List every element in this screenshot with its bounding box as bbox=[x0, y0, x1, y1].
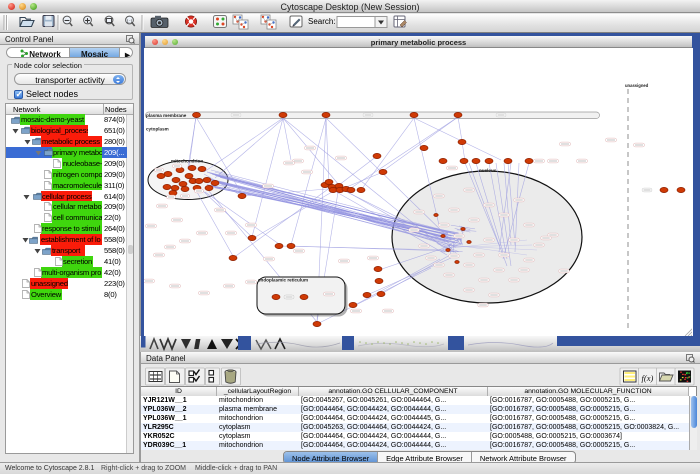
svg-text:nucleus: nucleus bbox=[479, 168, 497, 173]
svg-text:unassigned: unassigned bbox=[625, 83, 649, 88]
svg-text:mitochondrion: mitochondrion bbox=[171, 159, 203, 164]
svg-text:endoplasmic reticulum: endoplasmic reticulum bbox=[258, 278, 308, 283]
svg-text:cytoplasm: cytoplasm bbox=[146, 127, 169, 132]
svg-text:plasma membrane: plasma membrane bbox=[146, 113, 187, 118]
svg-text:1:1: 1:1 bbox=[127, 19, 134, 24]
svg-text:Search:: Search: bbox=[308, 17, 336, 26]
